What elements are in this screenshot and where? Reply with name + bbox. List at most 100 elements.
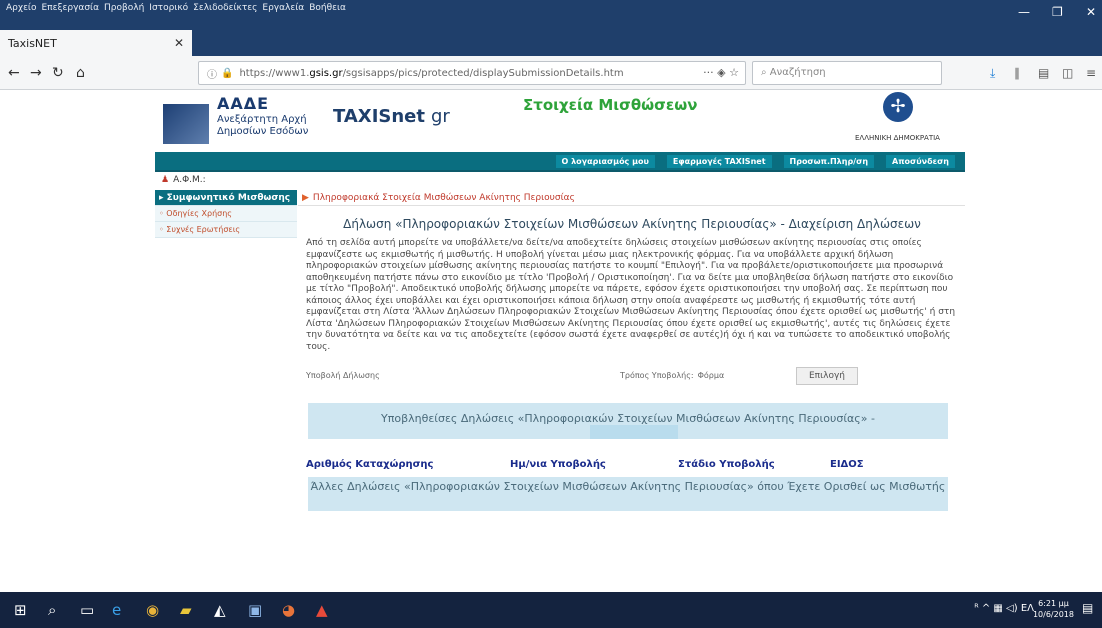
menu-edit[interactable]: Επεξεργασία <box>42 3 100 13</box>
menu-bookmarks[interactable]: Σελιδοδείκτες <box>193 3 257 13</box>
breadcrumb-text[interactable]: Πληροφοριακά Στοιχεία Μισθώσεων Ακίνητης… <box>313 193 575 203</box>
top-navigation: Ο λογαριασμός μου Εφαρμογές TAXISnet Προ… <box>155 152 965 172</box>
clock-time: 6:21 μμ <box>1038 599 1069 608</box>
nav-personal-info[interactable]: Προσωπ.Πληρ/ση <box>775 155 875 168</box>
more-actions-icon[interactable]: ··· <box>703 66 714 79</box>
submitted-declarations-title: Υποβληθείσες Δηλώσεις «Πληροφοριακών Στο… <box>381 412 875 425</box>
sidebar-toggle-icon[interactable]: ◫ <box>1062 66 1073 80</box>
sidebar-item-label: Οδηγίες Χρήσης <box>166 209 232 218</box>
menu-file[interactable]: Αρχείο <box>6 3 37 13</box>
acrobat-icon[interactable]: ▲ <box>316 601 328 619</box>
sidebar-item-faq[interactable]: ◦ Συχνές Ερωτήσεις <box>155 222 297 238</box>
greek-emblem-icon: ✢ <box>883 92 913 122</box>
store-icon[interactable]: ◭ <box>214 601 226 619</box>
search-input[interactable]: ⌕ Αναζήτηση <box>752 61 942 85</box>
forward-icon[interactable]: → <box>30 65 42 81</box>
menu-tools[interactable]: Εργαλεία <box>262 3 304 13</box>
submitted-declarations-header: Υποβληθείσες Δηλώσεις «Πληροφοριακών Στο… <box>308 403 948 439</box>
task-view-icon[interactable]: ▭ <box>80 601 94 619</box>
windows-taskbar: ⊞ ⌕ ▭ e ◉ ▰ ◭ ▣ ◕ ▲ ᴿ ^ ▦ ◁) ΕΛ 6:21 μμ … <box>0 592 1102 628</box>
col-submission-date[interactable]: Ημ/νια Υποβολής <box>510 459 606 470</box>
menu-bar: Αρχείο Επεξεργασία Προβολή Ιστορικό Σελι… <box>6 3 346 13</box>
search-icon[interactable]: ⌕ <box>48 601 56 619</box>
chrome-icon[interactable]: ◉ <box>146 601 159 619</box>
brand-name: TAXISnet <box>333 106 425 127</box>
edge-icon[interactable]: e <box>112 601 121 619</box>
menu-view[interactable]: Προβολή <box>104 3 144 13</box>
people-icon[interactable]: ᴿ <box>974 603 978 614</box>
nav-logout[interactable]: Αποσύνδεση <box>878 155 955 168</box>
close-tab-icon[interactable]: ✕ <box>174 36 184 50</box>
nav-taxisnet-apps[interactable]: Εφαρμογές TAXISnet <box>658 155 772 168</box>
brand-suffix: gr <box>430 106 450 127</box>
back-icon[interactable]: ← <box>8 65 20 81</box>
menu-help[interactable]: Βοήθεια <box>309 3 346 13</box>
network-icon[interactable]: ▦ <box>993 603 1002 614</box>
user-icon: ♟ <box>161 175 170 185</box>
page-actions: ··· ◈ ☆ <box>703 66 739 79</box>
app-icon[interactable]: ▣ <box>248 601 262 619</box>
bookmark-star-icon[interactable]: ☆ <box>729 66 739 79</box>
description-text: Από τη σελίδα αυτή μπορείτε να υποβάλλετ… <box>306 238 956 352</box>
navigation-bar: ← → ↻ ⌂ ⓘ 🔒 https://www1. gsis.gr/sgsisap… <box>0 56 1102 90</box>
firefox-icon[interactable]: ◕ <box>282 601 295 619</box>
nav-my-account[interactable]: Ο λογαριασμός μου <box>547 155 655 168</box>
col-submission-stage[interactable]: Στάδιο Υποβολής <box>678 459 775 470</box>
site-header: ΑΑΔΕ Ανεξάρτητη Αρχή Δημοσίων Εσόδων TAX… <box>155 90 965 152</box>
maximize-icon[interactable]: ❐ <box>1052 5 1063 19</box>
method-value: Φόρμα <box>697 371 725 380</box>
extensions-icon[interactable]: ▤ <box>1038 66 1049 80</box>
info-icon[interactable]: ⓘ <box>207 66 217 81</box>
aade-logo-icon <box>163 104 209 144</box>
window-titlebar: Αρχείο Επεξεργασία Προβολή Ιστορικό Σελι… <box>0 0 1102 28</box>
volume-icon[interactable]: ◁) <box>1006 603 1018 614</box>
sidebar-item-label: Συμφωνητικό Μισθωσης <box>166 193 291 203</box>
download-icon[interactable]: ⤓ <box>990 66 995 81</box>
col-registration-number[interactable]: Αριθμός Καταχώρησης <box>306 459 433 470</box>
main-heading: Δήλωση «Πληροφοριακών Στοιχείων Μισθώσεω… <box>343 217 921 231</box>
url-bar[interactable]: ⓘ 🔒 https://www1. gsis.gr/sgsisapps/pics/… <box>198 61 746 85</box>
sidebar-item-lease-agreement[interactable]: ▸ Συμφωνητικό Μισθωσης <box>155 190 297 206</box>
method-label: Τρόπος Υποβολής: Φόρμα <box>620 371 724 380</box>
lock-icon: 🔒 <box>221 67 234 79</box>
select-button[interactable]: Επιλογή <box>796 367 858 385</box>
web-page: ΑΑΔΕ Ανεξάρτητη Αρχή Δημοσίων Εσόδων TAX… <box>0 90 1102 592</box>
file-explorer-icon[interactable]: ▰ <box>180 601 192 619</box>
notifications-icon[interactable]: ▤ <box>1082 601 1093 615</box>
reload-icon[interactable]: ↻ <box>52 65 64 81</box>
breadcrumb-arrow-icon: ▶ <box>302 193 309 203</box>
search-placeholder: Αναζήτηση <box>769 67 826 78</box>
close-window-icon[interactable]: ✕ <box>1086 5 1096 19</box>
tab-taxisnet[interactable]: TaxisNET ✕ <box>0 30 192 56</box>
url-path: /sgsisapps/pics/protected/displaySubmiss… <box>342 67 624 79</box>
method-label-text: Τρόπος Υποβολής: <box>620 371 694 380</box>
afm-row: ♟ Α.Φ.Μ.: <box>155 172 965 188</box>
main-content: Δήλωση «Πληροφοριακών Στοιχείων Μισθώσεω… <box>300 208 964 511</box>
sidebar-item-user-guide[interactable]: ◦ Οδηγίες Χρήσης <box>155 206 297 222</box>
taxisnet-brand[interactable]: TAXISnet gr <box>333 106 450 127</box>
republic-label: ΕΛΛΗΝΙΚΗ ΔΗΜΟΚΡΑΤΙΑ <box>855 134 940 142</box>
minimize-icon[interactable]: — <box>1018 5 1030 19</box>
table-header: Αριθμός Καταχώρησης Ημ/νια Υποβολής Στάδ… <box>300 459 964 475</box>
other-declarations-header: Άλλες Δηλώσεις «Πληροφοριακών Στοιχείων … <box>308 477 948 511</box>
search-icon: ⌕ <box>761 67 767 78</box>
menu-hamburger-icon[interactable]: ≡ <box>1086 66 1096 80</box>
system-tray: ᴿ ^ ▦ ◁) ΕΛ <box>974 603 1034 614</box>
library-icon[interactable]: ∥ <box>1014 66 1020 80</box>
tab-bar: TaxisNET ✕ + <box>0 28 1102 79</box>
clock[interactable]: 6:21 μμ 10/6/2018 <box>1033 598 1074 620</box>
home-icon[interactable]: ⌂ <box>76 65 85 81</box>
menu-history[interactable]: Ιστορικό <box>149 3 188 13</box>
org-subtitle-2: Δημοσίων Εσόδων <box>217 126 309 137</box>
url-prefix: https://www1. <box>239 67 310 79</box>
breadcrumb: ▶ Πληροφοριακά Στοιχεία Μισθώσεων Ακίνητη… <box>298 190 965 206</box>
org-title: ΑΑΔΕ <box>217 94 270 113</box>
tray-chevron-icon[interactable]: ^ <box>982 603 990 614</box>
col-type[interactable]: ΕΙΔΟΣ <box>830 459 864 470</box>
page-title: Στοιχεία Μισθώσεων <box>523 96 698 114</box>
windows-start-icon[interactable]: ⊞ <box>14 601 27 619</box>
org-subtitle-1: Ανεξάρτητη Αρχή <box>217 114 307 125</box>
pocket-icon[interactable]: ◈ <box>717 66 725 79</box>
submission-row: Υποβολή Δήλωσης Τρόπος Υποβολής: Φόρμα Επ… <box>300 363 964 389</box>
clock-date: 10/6/2018 <box>1032 610 1074 619</box>
